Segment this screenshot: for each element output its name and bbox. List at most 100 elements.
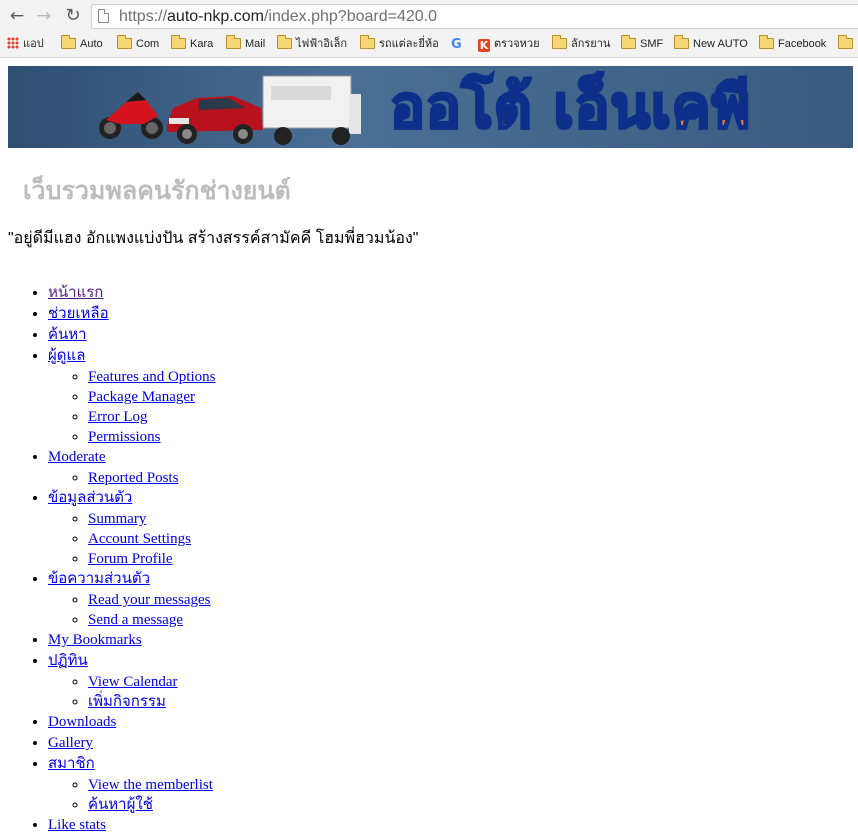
list-item: Summary	[88, 509, 215, 529]
folder-icon	[117, 35, 132, 49]
menu-item-members: สมาชิก View the memberlist ค้นหาผู้ใช้	[48, 754, 215, 815]
bookmark-facebook[interactable]: Facebook	[759, 33, 826, 57]
menu-link-admin[interactable]: ผู้ดูแล	[48, 348, 85, 364]
folder-icon	[277, 35, 292, 49]
bookmark-com[interactable]: Com	[117, 33, 159, 57]
bookmark-more[interactable]	[838, 33, 853, 57]
menu-item-like-stats: Like stats	[48, 815, 215, 836]
folder-icon	[226, 35, 241, 49]
menu-item-gallery: Gallery	[48, 733, 215, 754]
address-bar[interactable]: https://auto-nkp.com/index.php?board=420…	[91, 4, 858, 29]
banner-title: ออโต้ เอ็นเคพี	[389, 72, 752, 143]
site-subtitle: เว็บรวมพลคนรักช่างยนต์	[23, 176, 291, 205]
folder-icon	[360, 35, 375, 49]
submenu-link-view-calendar[interactable]: View Calendar	[88, 674, 177, 690]
list-item: Account Settings	[88, 529, 215, 549]
bookmark-bicycle[interactable]: ลักรยาน	[552, 33, 610, 57]
pm-submenu: Read your messages Send a message	[48, 590, 215, 630]
members-submenu: View the memberlist ค้นหาผู้ใช้	[48, 775, 215, 815]
folder-icon	[674, 35, 689, 49]
list-item: ค้นหาผู้ใช้	[88, 795, 215, 815]
bookmark-lottery[interactable]: K ตรวจหวย	[478, 33, 540, 57]
pickup-and-truck-image	[167, 75, 361, 145]
menu-link-gallery[interactable]: Gallery	[48, 735, 93, 751]
google-icon: G	[451, 37, 462, 52]
folder-icon	[621, 35, 636, 49]
admin-submenu: Features and Options Package Manager Err…	[48, 367, 215, 447]
url-text[interactable]: https://auto-nkp.com/index.php?board=420…	[119, 6, 437, 27]
submenu-link-account-settings[interactable]: Account Settings	[88, 531, 191, 547]
list-item: Package Manager	[88, 387, 215, 407]
list-item: เพิ่มกิจกรรม	[88, 692, 215, 712]
bookmark-apps[interactable]: แอป	[7, 33, 44, 57]
submenu-link-read-messages[interactable]: Read your messages	[88, 592, 210, 608]
main-menu: หน้าแรก ช่วยเหลือ ค้นหา ผู้ดูแล Features…	[8, 283, 215, 836]
menu-item-downloads: Downloads	[48, 712, 215, 733]
submenu-link-package-manager[interactable]: Package Manager	[88, 389, 195, 405]
menu-item-moderate: Moderate Reported Posts	[48, 447, 215, 488]
bookmarks-bar: แอป Auto Com Kara Mail ไฟฟ้าอิเล็ก รถแต่…	[0, 33, 858, 58]
bookmark-car-brands[interactable]: รถแต่ละยี่ห้อ	[360, 33, 439, 57]
menu-item-admin: ผู้ดูแล Features and Options Package Man…	[48, 346, 215, 447]
calendar-submenu: View Calendar เพิ่มกิจกรรม	[48, 672, 215, 712]
bookmark-electric[interactable]: ไฟฟ้าอิเล็ก	[277, 33, 347, 57]
folder-icon	[552, 35, 567, 49]
browser-toolbar: ← → ↻ https://auto-nkp.com/index.php?boa…	[0, 0, 858, 33]
folder-icon	[838, 35, 853, 49]
menu-link-help[interactable]: ช่วยเหลือ	[48, 306, 109, 322]
submenu-link-summary[interactable]: Summary	[88, 511, 146, 527]
submenu-link-search-users[interactable]: ค้นหาผู้ใช้	[88, 797, 153, 813]
site-banner[interactable]: ออโต้ เอ็นเคพี	[8, 66, 853, 148]
folder-icon	[61, 35, 76, 49]
list-item: Read your messages	[88, 590, 215, 610]
menu-link-members[interactable]: สมาชิก	[48, 756, 95, 772]
page-icon	[98, 9, 109, 23]
menu-item-help: ช่วยเหลือ	[48, 304, 215, 325]
list-item: Reported Posts	[88, 468, 215, 488]
folder-icon	[171, 35, 186, 49]
reload-icon[interactable]: ↻	[62, 5, 84, 27]
menu-item-calendar: ปฏิทิน View Calendar เพิ่มกิจกรรม	[48, 651, 215, 712]
menu-item-pm: ข้อความส่วนตัว Read your messages Send a…	[48, 569, 215, 630]
menu-link-calendar[interactable]: ปฏิทิน	[48, 653, 88, 669]
bookmark-new-auto[interactable]: New AUTO	[674, 33, 748, 57]
menu-link-downloads[interactable]: Downloads	[48, 714, 116, 730]
submenu-link-send-message[interactable]: Send a message	[88, 612, 183, 628]
k-icon: K	[478, 39, 490, 52]
list-item: View the memberlist	[88, 775, 215, 795]
bookmark-auto[interactable]: Auto	[61, 33, 103, 57]
moderate-submenu: Reported Posts	[48, 468, 215, 488]
list-item: Permissions	[88, 427, 215, 447]
back-arrow-icon[interactable]: ←	[6, 5, 28, 27]
submenu-link-forum-profile[interactable]: Forum Profile	[88, 551, 173, 567]
bookmark-kara[interactable]: Kara	[171, 33, 213, 57]
menu-link-moderate[interactable]: Moderate	[48, 449, 105, 465]
bookmark-google[interactable]: G	[451, 33, 462, 57]
menu-link-bookmarks[interactable]: My Bookmarks	[48, 632, 142, 648]
list-item: Error Log	[88, 407, 215, 427]
bookmark-smf[interactable]: SMF	[621, 33, 663, 57]
list-item: Features and Options	[88, 367, 215, 387]
menu-link-like-stats[interactable]: Like stats	[48, 817, 106, 833]
menu-link-search[interactable]: ค้นหา	[48, 327, 87, 343]
motorcycle-image	[99, 92, 163, 139]
menu-item-search: ค้นหา	[48, 325, 215, 346]
list-item: Forum Profile	[88, 549, 215, 569]
submenu-link-reported-posts[interactable]: Reported Posts	[88, 470, 178, 486]
submenu-link-error-log[interactable]: Error Log	[88, 409, 148, 425]
submenu-link-features[interactable]: Features and Options	[88, 369, 215, 385]
menu-link-pm[interactable]: ข้อความส่วนตัว	[48, 571, 150, 587]
apps-grid-icon	[7, 37, 19, 49]
list-item: Send a message	[88, 610, 215, 630]
folder-icon	[759, 35, 774, 49]
menu-item-bookmarks: My Bookmarks	[48, 630, 215, 651]
submenu-link-add-event[interactable]: เพิ่มกิจกรรม	[88, 694, 166, 710]
profile-submenu: Summary Account Settings Forum Profile	[48, 509, 215, 569]
menu-link-home[interactable]: หน้าแรก	[48, 285, 103, 301]
list-item: View Calendar	[88, 672, 215, 692]
submenu-link-memberlist[interactable]: View the memberlist	[88, 777, 213, 793]
menu-link-profile[interactable]: ข้อมูลส่วนตัว	[48, 490, 132, 506]
bookmark-mail[interactable]: Mail	[226, 33, 265, 57]
forward-arrow-icon[interactable]: →	[33, 5, 55, 27]
submenu-link-permissions[interactable]: Permissions	[88, 429, 161, 445]
